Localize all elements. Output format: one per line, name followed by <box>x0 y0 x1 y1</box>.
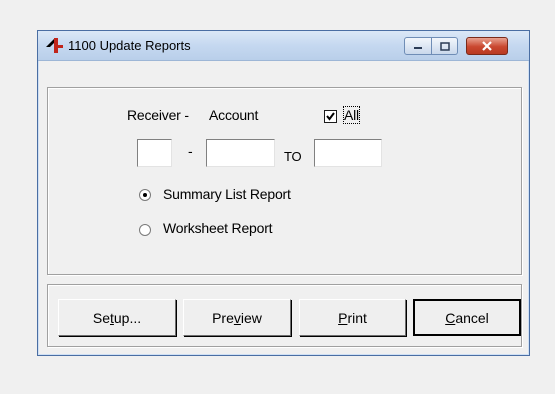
dialog-window: 1100 Update Reports Receiver - Account A… <box>37 30 530 356</box>
criteria-group <box>47 87 522 275</box>
account-to-field[interactable] <box>314 139 382 167</box>
all-checkbox-label[interactable]: All <box>343 106 360 124</box>
summary-list-radio[interactable] <box>139 189 151 201</box>
setup-label-pre: Se <box>92 309 110 326</box>
maximize-icon <box>439 41 450 51</box>
checkmark-icon <box>326 112 335 121</box>
receiver-label: Receiver - <box>127 107 189 123</box>
account-from-field[interactable] <box>206 139 275 167</box>
print-label-key: P <box>338 309 348 326</box>
preview-label-pre: Pre <box>212 309 234 326</box>
to-label: TO <box>284 149 302 164</box>
worksheet-label[interactable]: Worksheet Report <box>163 220 273 236</box>
radio-selected-dot <box>143 193 147 197</box>
app-logo-icon <box>46 38 63 53</box>
print-label-post: rint <box>347 309 367 326</box>
preview-label-key: v <box>233 309 241 326</box>
receiver-field[interactable] <box>137 139 172 167</box>
cancel-label-key: C <box>445 309 456 326</box>
close-icon <box>482 41 492 51</box>
setup-button[interactable]: Se t up... <box>58 299 176 336</box>
title-bar[interactable]: 1100 Update Reports <box>38 31 529 61</box>
close-button[interactable] <box>466 37 508 55</box>
account-label: Account <box>209 107 259 123</box>
minimize-icon <box>414 47 422 49</box>
all-checkbox[interactable] <box>324 110 337 123</box>
window-title: 1100 Update Reports <box>68 38 191 53</box>
setup-label-post: up... <box>113 309 142 326</box>
cancel-label-post: ancel <box>455 309 489 326</box>
minimize-button[interactable] <box>404 37 432 55</box>
print-button[interactable]: Print <box>299 299 406 336</box>
worksheet-radio[interactable] <box>139 224 151 236</box>
preview-label-post: iew <box>240 309 262 326</box>
cancel-button[interactable]: Cancel <box>413 299 521 336</box>
dash-separator: - <box>188 143 193 159</box>
summary-list-label[interactable]: Summary List Report <box>163 186 291 202</box>
preview-button[interactable]: Pre v iew <box>183 299 291 336</box>
maximize-button[interactable] <box>432 37 458 55</box>
